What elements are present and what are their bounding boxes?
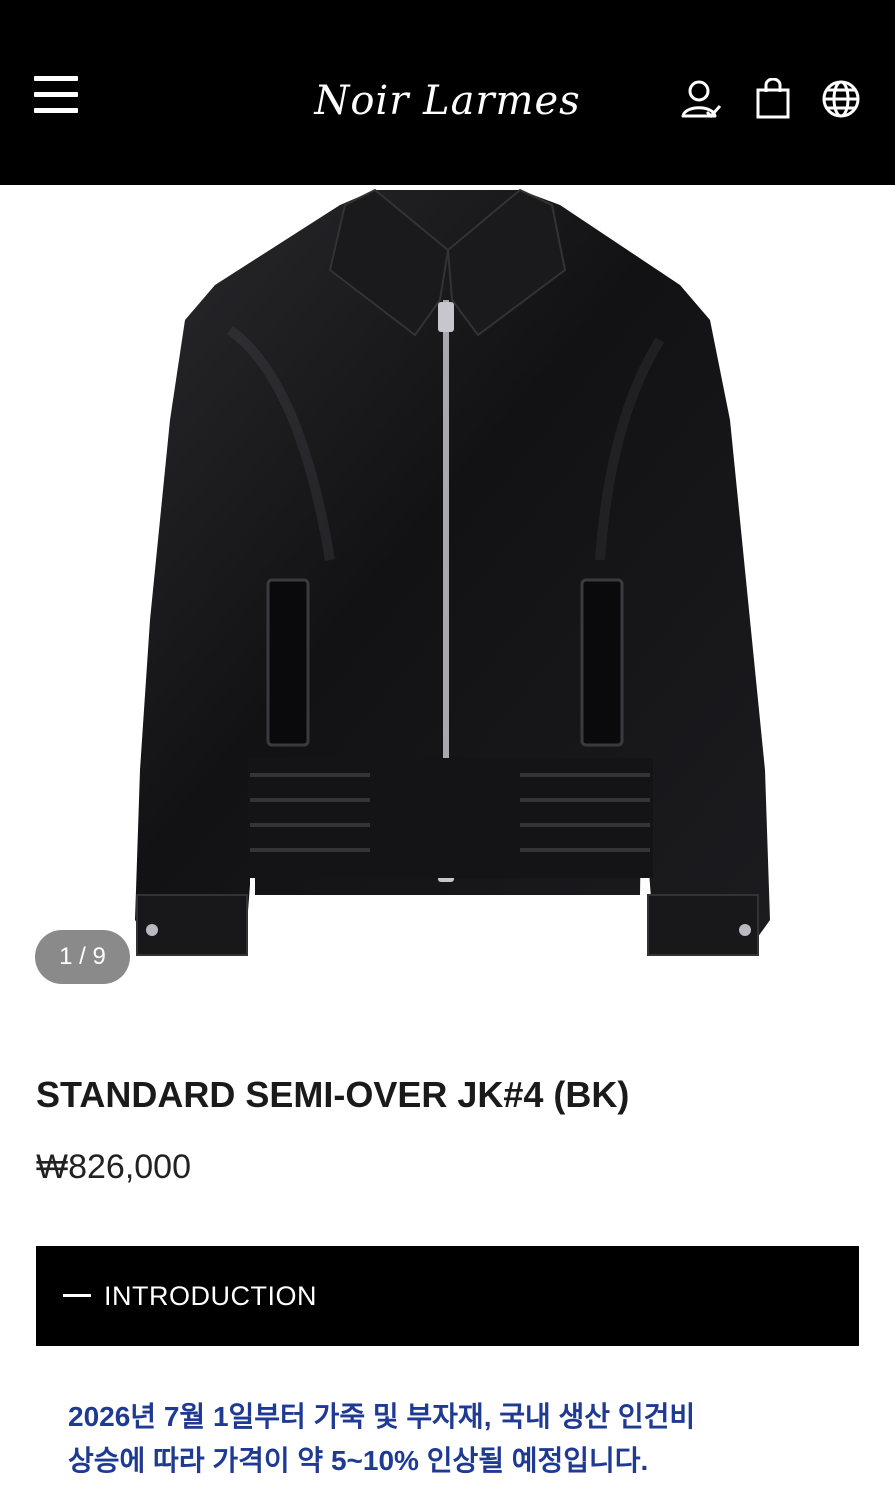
shopping-bag-icon	[756, 78, 790, 119]
brand-logo[interactable]: Noir Larmes	[280, 70, 615, 132]
product-price: ₩826,000	[36, 1148, 191, 1186]
menu-icon-bar	[34, 76, 78, 81]
site-header: Noir Larmes	[0, 0, 895, 185]
jacket-image	[135, 188, 770, 956]
globe-icon	[822, 80, 860, 118]
introduction-accordion[interactable]: INTRODUCTION	[36, 1246, 859, 1346]
notice-line-2: 상승에 따라 가격이 약 5~10% 인상될 예정입니다.	[68, 1445, 649, 1476]
price-increase-notice: 2026년 7월 1일부터 가죽 및 부자재, 국내 생산 인건비 상승에 따라…	[68, 1395, 868, 1483]
language-button[interactable]	[820, 78, 862, 120]
account-icon	[681, 80, 722, 119]
cart-button[interactable]	[752, 78, 794, 120]
minus-icon	[63, 1294, 91, 1297]
product-image[interactable]: 1 / 9	[0, 185, 895, 1015]
menu-button[interactable]	[34, 76, 78, 114]
product-title: STANDARD SEMI-OVER JK#4 (BK)	[36, 1074, 630, 1115]
account-button[interactable]	[680, 78, 722, 120]
notice-line-1: 2026년 7월 1일부터 가죽 및 부자재, 국내 생산 인건비	[68, 1401, 696, 1432]
accordion-label: INTRODUCTION	[104, 1281, 317, 1311]
menu-icon-bar	[34, 108, 78, 113]
image-counter: 1 / 9	[35, 930, 130, 984]
menu-icon-bar	[34, 92, 78, 97]
